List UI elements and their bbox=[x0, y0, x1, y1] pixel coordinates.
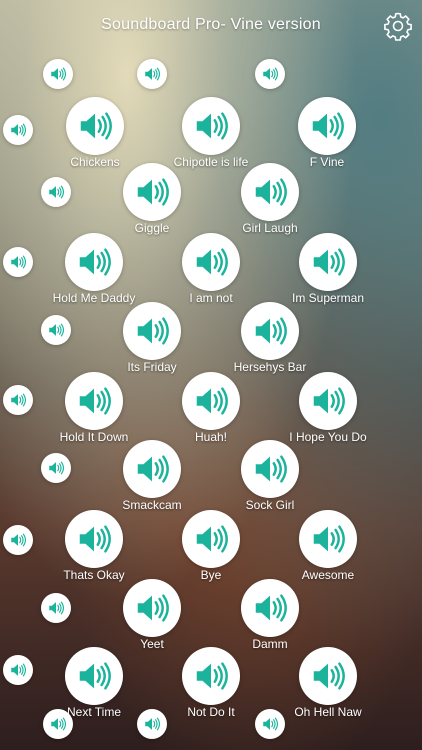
sound-button[interactable] bbox=[123, 579, 181, 637]
sound-button[interactable] bbox=[299, 233, 357, 291]
settings-button[interactable] bbox=[382, 10, 414, 42]
speaker-icon bbox=[255, 594, 287, 622]
speaker-icon bbox=[79, 525, 111, 553]
mini-sound-button[interactable] bbox=[3, 655, 33, 685]
mini-sound-button[interactable] bbox=[41, 177, 71, 207]
mini-sound-button[interactable] bbox=[41, 453, 71, 483]
sound-button[interactable] bbox=[123, 302, 181, 360]
speaker-icon bbox=[49, 323, 65, 337]
mini-sound-button[interactable] bbox=[43, 709, 73, 739]
speaker-icon bbox=[51, 67, 67, 81]
speaker-icon bbox=[255, 317, 287, 345]
mini-sound-button[interactable] bbox=[3, 385, 33, 415]
sound-label: Sock Girl bbox=[245, 498, 295, 512]
mini-sound-button[interactable] bbox=[3, 247, 33, 277]
sound-button[interactable] bbox=[65, 647, 123, 705]
sound-button[interactable] bbox=[65, 233, 123, 291]
speaker-icon bbox=[11, 393, 27, 407]
speaker-icon bbox=[263, 717, 279, 731]
speaker-icon bbox=[255, 455, 287, 483]
speaker-icon bbox=[196, 387, 228, 415]
mini-sound-button[interactable] bbox=[41, 315, 71, 345]
sound-button[interactable] bbox=[182, 647, 240, 705]
sound-button[interactable] bbox=[241, 440, 299, 498]
sound-label: Im Superman bbox=[291, 291, 365, 305]
app-title: Soundboard Pro- Vine version bbox=[101, 16, 321, 33]
gear-icon bbox=[384, 12, 412, 41]
sound-button[interactable] bbox=[241, 302, 299, 360]
speaker-icon bbox=[80, 112, 112, 140]
sound-button[interactable] bbox=[65, 510, 123, 568]
speaker-icon bbox=[313, 662, 345, 690]
mini-sound-button[interactable] bbox=[255, 59, 285, 89]
sound-label: Thats Okay bbox=[63, 568, 125, 582]
sound-label: Smackcam bbox=[122, 498, 182, 512]
speaker-icon bbox=[79, 387, 111, 415]
sound-label: Its Friday bbox=[127, 360, 177, 374]
sound-button[interactable] bbox=[182, 233, 240, 291]
mini-sound-button[interactable] bbox=[3, 525, 33, 555]
sound-button[interactable] bbox=[299, 510, 357, 568]
sound-label: Giggle bbox=[134, 221, 170, 235]
sound-button[interactable] bbox=[65, 372, 123, 430]
speaker-icon bbox=[79, 248, 111, 276]
speaker-icon bbox=[263, 67, 279, 81]
sound-button[interactable] bbox=[66, 97, 124, 155]
sound-label: I am not bbox=[189, 291, 233, 305]
speaker-icon bbox=[49, 185, 65, 199]
mini-sound-button[interactable] bbox=[43, 59, 73, 89]
mini-sound-button[interactable] bbox=[255, 709, 285, 739]
sound-button[interactable] bbox=[123, 163, 181, 221]
sound-button[interactable] bbox=[182, 510, 240, 568]
mini-sound-button[interactable] bbox=[137, 59, 167, 89]
speaker-icon bbox=[145, 717, 161, 731]
sound-label: Hersehys Bar bbox=[233, 360, 307, 374]
sound-label: Awesome bbox=[301, 568, 355, 582]
sound-button[interactable] bbox=[299, 372, 357, 430]
speaker-icon bbox=[196, 525, 228, 553]
speaker-icon bbox=[137, 178, 169, 206]
speaker-icon bbox=[11, 533, 27, 547]
speaker-icon bbox=[196, 662, 228, 690]
speaker-icon bbox=[51, 717, 67, 731]
sound-label: Girl Laugh bbox=[242, 221, 298, 235]
speaker-icon bbox=[196, 112, 228, 140]
speaker-icon bbox=[49, 601, 65, 615]
sound-label: Hold Me Daddy bbox=[52, 291, 136, 305]
speaker-icon bbox=[196, 248, 228, 276]
speaker-icon bbox=[11, 123, 27, 137]
speaker-icon bbox=[313, 525, 345, 553]
sound-button[interactable] bbox=[241, 163, 299, 221]
speaker-icon bbox=[312, 112, 344, 140]
speaker-icon bbox=[79, 662, 111, 690]
sound-button[interactable] bbox=[123, 440, 181, 498]
speaker-icon bbox=[11, 663, 27, 677]
sound-button[interactable] bbox=[241, 579, 299, 637]
speaker-icon bbox=[255, 178, 287, 206]
speaker-icon bbox=[145, 67, 161, 81]
speaker-icon bbox=[49, 461, 65, 475]
sound-label: Bye bbox=[200, 568, 222, 582]
speaker-icon bbox=[11, 255, 27, 269]
sound-button[interactable] bbox=[298, 97, 356, 155]
speaker-icon bbox=[137, 594, 169, 622]
mini-sound-button[interactable] bbox=[137, 709, 167, 739]
speaker-icon bbox=[313, 248, 345, 276]
mini-sound-button[interactable] bbox=[3, 115, 33, 145]
speaker-icon bbox=[313, 387, 345, 415]
speaker-icon bbox=[137, 317, 169, 345]
sound-button[interactable] bbox=[182, 372, 240, 430]
sound-button[interactable] bbox=[299, 647, 357, 705]
sound-button[interactable] bbox=[182, 97, 240, 155]
mini-sound-button[interactable] bbox=[41, 593, 71, 623]
speaker-icon bbox=[137, 455, 169, 483]
